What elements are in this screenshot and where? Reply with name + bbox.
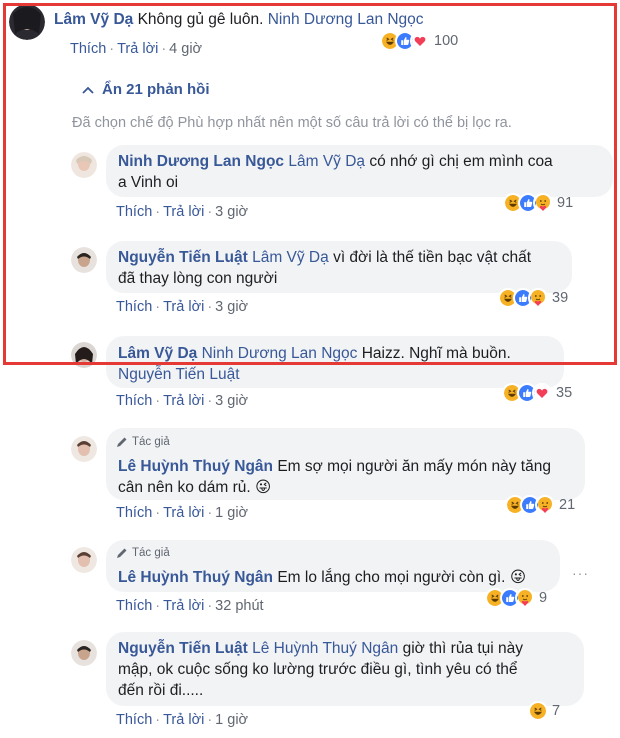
comment-text: Nguyễn Tiến Luật Lê Huỳnh Thuý Ngân giờ … [118,640,524,657]
avatar[interactable] [71,547,97,573]
reaction-count: 7 [552,703,561,719]
like-button[interactable]: Thích [116,393,152,409]
reaction-count: 39 [552,290,569,306]
comment-text: Nguyễn Tiến Luật Lâm Vỹ Dạ vì đời là thế… [118,249,532,266]
comment-author[interactable]: Nguyễn Tiến Luật [118,640,248,657]
care-icon [533,193,553,213]
pencil-icon [117,548,127,558]
reply-button[interactable]: Trả lời [163,299,204,315]
reaction-summary[interactable]: 39 [498,287,568,309]
comment-author[interactable]: Lê Huỳnh Thuý Ngân [118,569,273,586]
comment-author[interactable]: Ninh Dương Lan Ngọc [118,153,284,170]
comment-text-line: a Vinh oi [118,174,179,191]
hide-replies-link[interactable]: Ẩn 21 phản hồi [82,81,210,98]
reaction-count: 9 [539,590,548,606]
comment-text-line: mập, ok cuộc sống ko lường trước điều gì… [118,661,518,678]
reaction-summary[interactable]: 7 [528,700,560,722]
wink-emoji: 😜 [509,569,526,586]
reaction-summary[interactable]: 21 [505,494,575,516]
comment-text: Lâm Vỹ Dạ Không gủ gê luôn. Ninh Dương L… [54,11,424,28]
like-button[interactable]: Thích [70,41,106,57]
comment-actions: Thích · Trả lời · 32 phút [116,598,264,614]
timestamp: 1 giờ [215,712,249,728]
comment-text-line: đến rồi đi..... [118,682,204,699]
mention-link[interactable]: Nguyễn Tiến Luật [118,364,240,385]
avatar[interactable] [71,640,97,666]
avatar[interactable] [71,436,97,462]
like-button[interactable]: Thích [116,712,152,728]
timestamp: 3 giờ [215,393,249,409]
reaction-summary[interactable]: 35 [502,382,572,404]
like-button[interactable]: Thích [116,598,152,614]
comment-actions: Thích · Trả lời · 4 giờ [70,41,203,57]
timestamp: 4 giờ [169,41,203,57]
chevron-up-icon [82,86,94,94]
care-icon [515,588,535,608]
timestamp: 3 giờ [215,299,249,315]
reply-button[interactable]: Trả lời [163,712,204,728]
mention-link[interactable]: Lâm Vỹ Dạ [288,153,365,170]
filter-notice: Đã chọn chế độ Phù hợp nhất nên một số c… [72,115,512,131]
avatar[interactable] [71,342,97,368]
pencil-icon [117,437,127,447]
comment-text: Lê Huỳnh Thuý Ngân Em sợ mọi người ăn mấ… [118,458,551,475]
reply-button[interactable]: Trả lời [163,204,204,220]
reply-button[interactable]: Trả lời [117,41,158,57]
reply-button[interactable]: Trả lời [163,598,204,614]
comment-text: Lâm Vỹ Dạ Ninh Dương Lan Ngọc Haizz. Ngh… [118,345,511,362]
like-button[interactable]: Thích [116,204,152,220]
reaction-summary[interactable]: 100 [380,30,458,52]
comment-text: Lê Huỳnh Thuý Ngân Em lo lắng cho mọi ng… [118,569,526,586]
reaction-summary[interactable]: 91 [503,192,573,214]
comment-actions: Thích · Trả lời · 3 giờ [116,204,249,220]
comment-actions: Thích · Trả lời · 1 giờ [116,505,249,521]
author-badge: Tác giả [116,436,170,448]
comment-author[interactable]: Lâm Vỹ Dạ [118,345,197,362]
mention-link[interactable]: Lâm Vỹ Dạ [252,249,329,266]
like-button[interactable]: Thích [116,299,152,315]
reaction-count: 35 [556,385,573,401]
reply-button[interactable]: Trả lời [163,393,204,409]
comment-text: Ninh Dương Lan Ngọc Lâm Vỹ Dạ có nhớ gì … [118,153,553,170]
more-options-icon[interactable]: ··· [572,565,589,581]
mention-link[interactable]: Ninh Dương Lan Ngọc [202,345,358,362]
timestamp: 32 phút [215,598,264,614]
comment-actions: Thích · Trả lời · 3 giờ [116,393,249,409]
care-icon [535,495,555,515]
wink-emoji: 😜 [255,479,272,496]
author-badge: Tác giả [116,547,170,559]
love-icon [532,383,552,403]
comment-actions: Thích · Trả lời · 3 giờ [116,299,249,315]
love-icon [410,31,430,51]
mention-link[interactable]: Ninh Dương Lan Ngọc [268,11,424,28]
reaction-count: 21 [559,497,576,513]
reaction-count: 91 [557,195,574,211]
reaction-count: 100 [434,33,459,49]
reply-button[interactable]: Trả lời [163,505,204,521]
haha-icon [528,701,548,721]
timestamp: 3 giờ [215,204,249,220]
comment-text-line: cân nên ko dám rủ. 😜 [118,479,272,496]
avatar[interactable] [71,152,97,178]
care-icon [528,288,548,308]
like-button[interactable]: Thích [116,505,152,521]
comment-author[interactable]: Nguyễn Tiến Luật [118,249,248,266]
comment-text-line: đã thay lòng con người [118,270,278,287]
reaction-summary[interactable]: 9 [485,587,547,609]
timestamp: 1 giờ [215,505,249,521]
comment-author[interactable]: Lê Huỳnh Thuý Ngân [118,458,273,475]
avatar[interactable] [9,4,45,40]
comment-author[interactable]: Lâm Vỹ Dạ [54,11,133,28]
mention-link[interactable]: Lê Huỳnh Thuý Ngân [252,640,398,657]
comment-actions: Thích · Trả lời · 1 giờ [116,712,249,728]
avatar[interactable] [71,247,97,273]
